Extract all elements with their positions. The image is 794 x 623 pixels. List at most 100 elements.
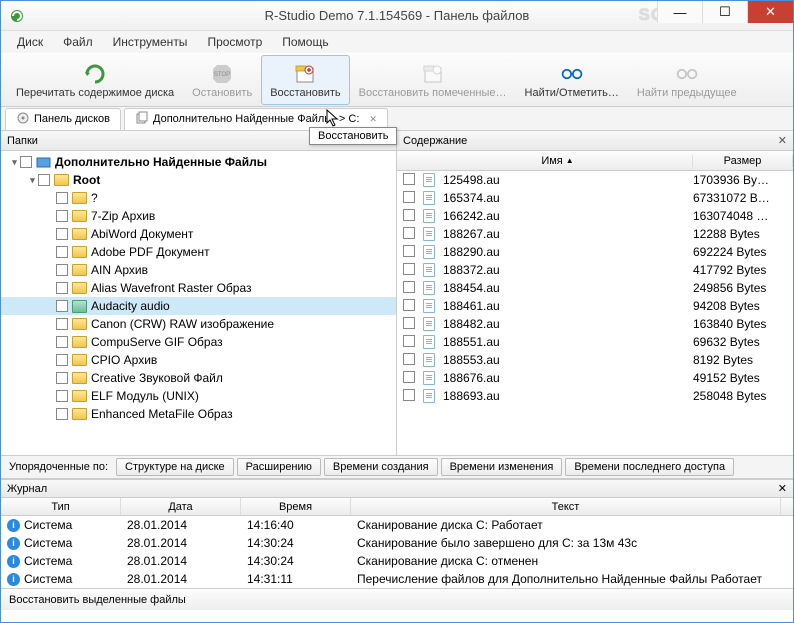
file-list[interactable]: 125498.au1703936 By…165374.au67331072 B…… — [397, 171, 793, 455]
checkbox[interactable] — [38, 174, 50, 186]
file-row[interactable]: 188461.au94208 Bytes — [397, 297, 793, 315]
tree-item[interactable]: Audacity audio — [1, 297, 396, 315]
journal-col-header[interactable]: Время — [241, 498, 351, 515]
tree-item-label: Audacity audio — [91, 299, 170, 313]
toolbar-stop-button: STOPОстановить — [183, 55, 261, 105]
menu-файл[interactable]: Файл — [55, 33, 101, 51]
menu-просмотр[interactable]: Просмотр — [199, 33, 270, 51]
tree-item[interactable]: Canon (CRW) RAW изображение — [1, 315, 396, 333]
checkbox[interactable] — [20, 156, 32, 168]
checkbox[interactable] — [56, 336, 68, 348]
checkbox[interactable] — [56, 228, 68, 240]
file-row[interactable]: 188454.au 249856 Bytes — [397, 279, 793, 297]
checkbox[interactable] — [403, 299, 415, 311]
checkbox[interactable] — [56, 390, 68, 402]
tree-item-label: Enhanced MetaFile Образ — [91, 407, 233, 421]
journal-col-header[interactable]: Дата — [121, 498, 241, 515]
tree-item[interactable]: 7-Zip Архив — [1, 207, 396, 225]
checkbox[interactable] — [403, 335, 415, 347]
checkbox[interactable] — [403, 173, 415, 185]
checkbox[interactable] — [56, 300, 68, 312]
tree-item-label: ? — [91, 191, 98, 205]
tree-item[interactable]: AbiWord Документ — [1, 225, 396, 243]
checkbox[interactable] — [403, 371, 415, 383]
menu-инструменты[interactable]: Инструменты — [105, 33, 196, 51]
tree-item[interactable]: Adobe PDF Документ — [1, 243, 396, 261]
checkbox[interactable] — [56, 192, 68, 204]
checkbox[interactable] — [403, 209, 415, 221]
checkbox[interactable] — [403, 317, 415, 329]
file-name: 188553.au — [443, 353, 500, 367]
file-row[interactable]: 188290.au692224 Bytes — [397, 243, 793, 261]
file-size: 249856 Bytes — [693, 281, 793, 295]
tree-item[interactable]: ? — [1, 189, 396, 207]
tab-close-icon[interactable]: ✕ — [369, 114, 377, 125]
sort-button[interactable]: Структуре на диске — [116, 458, 234, 476]
expand-icon[interactable]: ▾ — [27, 175, 38, 186]
tab-0[interactable]: Панель дисков — [5, 108, 121, 130]
checkbox[interactable] — [403, 263, 415, 275]
journal-columns[interactable]: ТипДатаВремяТекст — [1, 498, 793, 516]
menu-диск[interactable]: Диск — [9, 33, 51, 51]
sort-button[interactable]: Времени создания — [324, 458, 438, 476]
checkbox[interactable] — [56, 354, 68, 366]
checkbox[interactable] — [56, 264, 68, 276]
file-row[interactable]: 188372.au417792 Bytes — [397, 261, 793, 279]
toolbar-restore-button[interactable]: Восстановить — [261, 55, 349, 105]
tree-item[interactable]: Alias Wavefront Raster Образ — [1, 279, 396, 297]
checkbox[interactable] — [56, 372, 68, 384]
checkbox[interactable] — [56, 282, 68, 294]
journal-row[interactable]: iСистема28.01.201414:16:40Сканирование д… — [1, 516, 793, 534]
journal-col-header[interactable]: Текст — [351, 498, 781, 515]
checkbox[interactable] — [56, 246, 68, 258]
file-name: 188454.au — [443, 281, 500, 295]
sort-button[interactable]: Времени изменения — [441, 458, 563, 476]
file-row[interactable]: 166242.au163074048 … — [397, 207, 793, 225]
tree-item[interactable]: ELF Модуль (UNIX) — [1, 387, 396, 405]
tree-item[interactable]: AIN Архив — [1, 261, 396, 279]
tree-item[interactable]: ▾Root — [1, 171, 396, 189]
checkbox[interactable] — [403, 245, 415, 257]
close-button[interactable]: ✕ — [747, 1, 793, 23]
folders-pane-title: Папки — [7, 135, 38, 147]
journal-close-icon[interactable]: ✕ — [778, 482, 787, 495]
file-list-header[interactable]: Имя▲ Размер — [397, 151, 793, 171]
expand-icon[interactable]: ▾ — [9, 157, 20, 168]
file-row[interactable]: 188482.au163840 Bytes — [397, 315, 793, 333]
toolbar-refresh-button[interactable]: Перечитать содержимое диска — [7, 55, 183, 105]
toolbar-find-button[interactable]: Найти/Отметить… — [516, 55, 628, 105]
tree-item[interactable]: Enhanced MetaFile Образ — [1, 405, 396, 423]
journal-col-header[interactable]: Тип — [1, 498, 121, 515]
file-name: 188551.au — [443, 335, 500, 349]
file-row[interactable]: 188553.au8192 Bytes — [397, 351, 793, 369]
sort-button[interactable]: Времени последнего доступа — [565, 458, 734, 476]
checkbox[interactable] — [403, 389, 415, 401]
sort-button[interactable]: Расширению — [237, 458, 321, 476]
checkbox[interactable] — [403, 227, 415, 239]
tree-item[interactable]: ▾Дополнительно Найденные Файлы — [1, 153, 396, 171]
file-row[interactable]: 125498.au1703936 By… — [397, 171, 793, 189]
checkbox[interactable] — [56, 408, 68, 420]
maximize-button[interactable]: ☐ — [702, 1, 747, 23]
info-icon: i — [7, 555, 20, 568]
tree-item[interactable]: CPIO Архив — [1, 351, 396, 369]
file-row[interactable]: 165374.au67331072 B… — [397, 189, 793, 207]
tree-item[interactable]: Creative Звуковой Файл — [1, 369, 396, 387]
journal-row[interactable]: iСистема28.01.201414:31:11Перечисление ф… — [1, 570, 793, 588]
folder-tree[interactable]: ▾Дополнительно Найденные Файлы▾Root? 7-Zi… — [1, 151, 396, 455]
journal-row[interactable]: iСистема28.01.201414:30:24Сканирование б… — [1, 534, 793, 552]
checkbox[interactable] — [403, 191, 415, 203]
file-row[interactable]: 188693.au258048 Bytes — [397, 387, 793, 405]
content-pane-close-icon[interactable]: ✕ — [778, 134, 787, 147]
menu-помощь[interactable]: Помощь — [274, 33, 336, 51]
file-row[interactable]: 188267.au12288 Bytes — [397, 225, 793, 243]
checkbox[interactable] — [403, 353, 415, 365]
journal-row[interactable]: iСистема28.01.201414:30:24Сканирование д… — [1, 552, 793, 570]
tree-item[interactable]: CompuServe GIF Образ — [1, 333, 396, 351]
checkbox[interactable] — [403, 281, 415, 293]
checkbox[interactable] — [56, 210, 68, 222]
minimize-button[interactable]: — — [657, 1, 702, 23]
file-row[interactable]: 188676.au49152 Bytes — [397, 369, 793, 387]
checkbox[interactable] — [56, 318, 68, 330]
file-row[interactable]: 188551.au69632 Bytes — [397, 333, 793, 351]
